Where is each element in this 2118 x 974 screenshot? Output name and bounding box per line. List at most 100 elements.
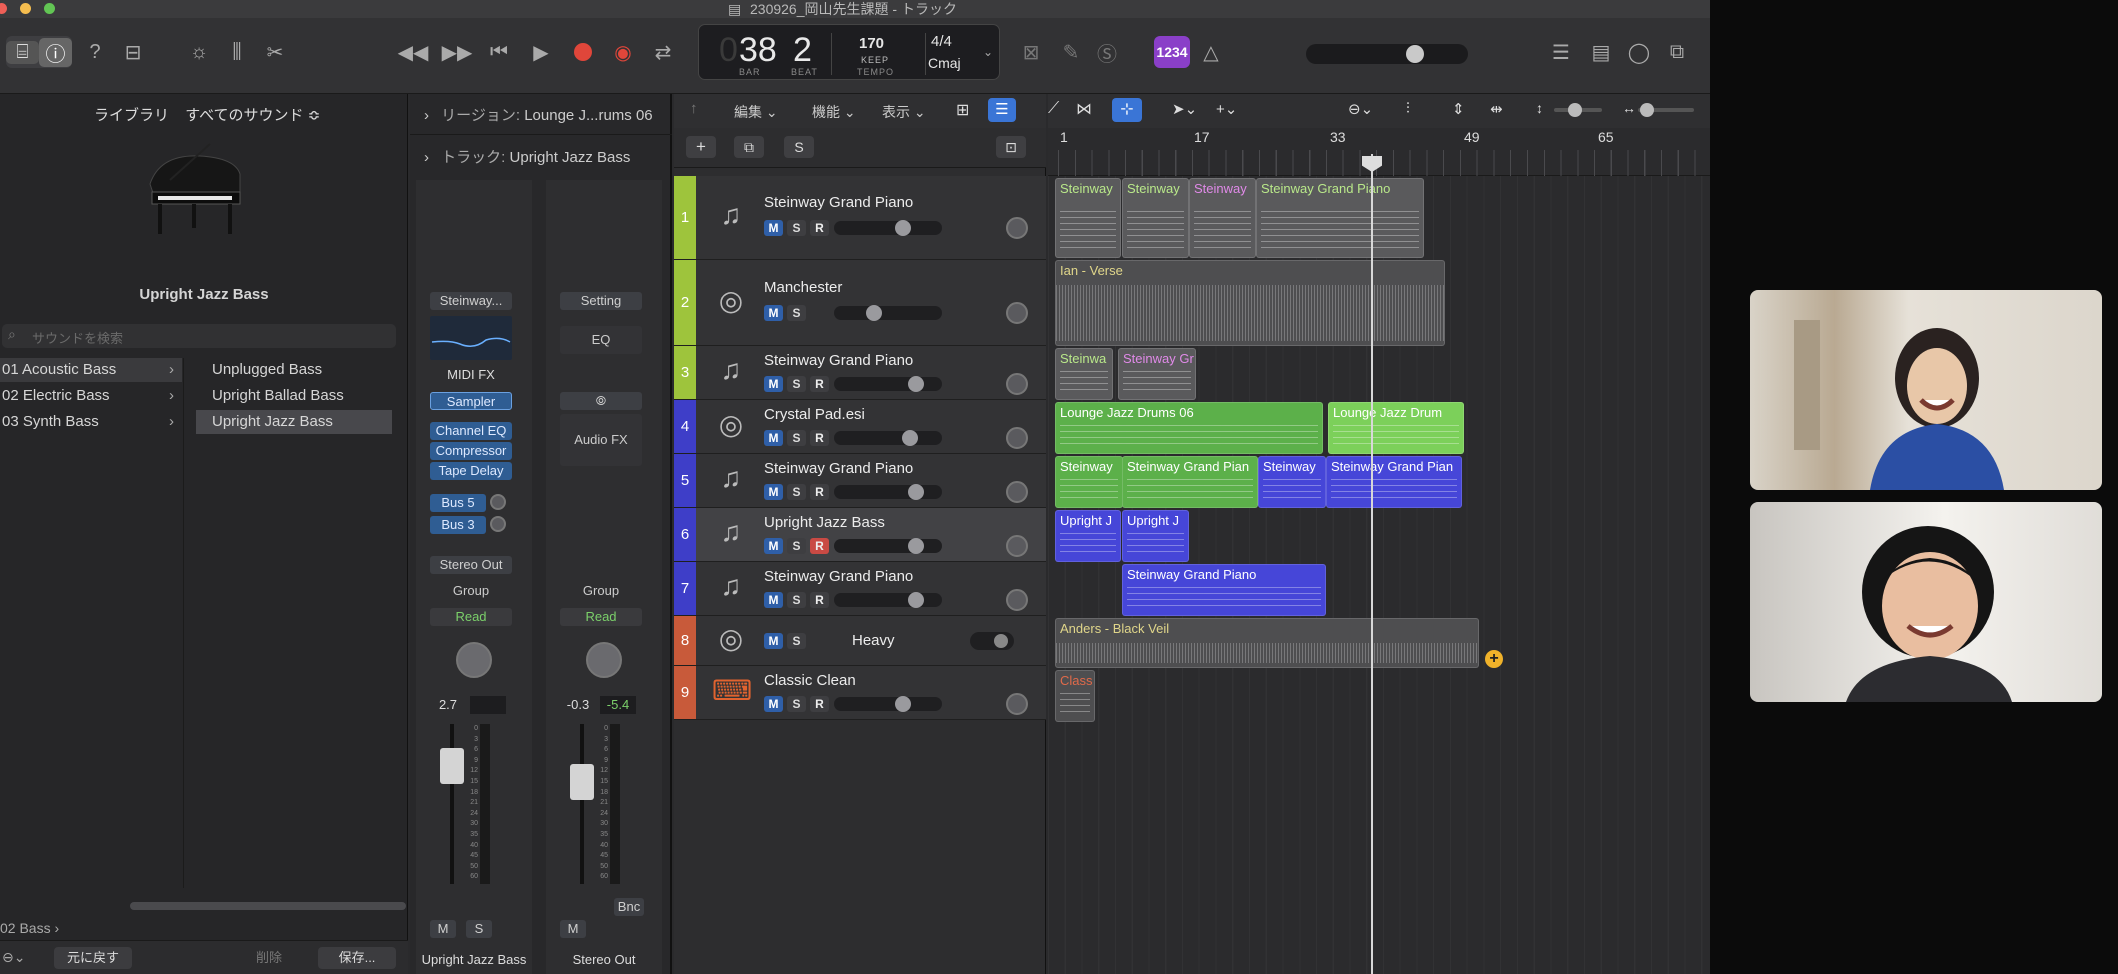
track-name[interactable]: Steinway Grand Piano — [764, 568, 913, 585]
record-enable-button[interactable]: R — [810, 484, 829, 500]
track-volume-handle[interactable] — [907, 538, 924, 554]
master-volume-knob[interactable] — [1406, 45, 1424, 63]
editors-icon[interactable]: ✂ — [260, 36, 290, 68]
quick-help-icon[interactable]: ? — [80, 36, 110, 68]
track-volume-slider[interactable] — [834, 592, 942, 608]
library-category-item[interactable]: 02 Electric Bass › — [0, 384, 182, 408]
mute-button[interactable]: M — [764, 633, 783, 649]
library-scrollbar[interactable] — [130, 902, 406, 910]
bounce-button[interactable]: Bnc — [614, 898, 644, 916]
add-region-icon[interactable]: + — [1485, 650, 1503, 668]
list-view-icon[interactable]: ☰ — [988, 98, 1016, 122]
track-volume-slider[interactable] — [834, 376, 942, 392]
delete-button[interactable]: 削除 — [230, 947, 308, 969]
track-header[interactable]: 5 ♫ Steinway Grand Piano M S R — [674, 454, 1046, 508]
save-button[interactable]: 保存... — [318, 947, 396, 969]
loop-browser-icon[interactable]: ◯ — [1624, 36, 1654, 68]
eq-slot[interactable]: EQ — [560, 326, 642, 354]
replace-icon[interactable]: Ⓢ — [1092, 36, 1122, 68]
note-pad-icon[interactable]: ▤ — [1586, 36, 1616, 68]
track-pan-knob[interactable] — [1006, 481, 1028, 503]
list-editors-icon[interactable]: ☰ — [1546, 36, 1576, 68]
region[interactable]: Steinway — [1122, 178, 1189, 258]
participant-video-1[interactable] — [1750, 290, 2102, 490]
waveform-zoom-icon[interactable]: ⫶ — [1406, 100, 1410, 117]
automation-mode[interactable]: Read — [430, 608, 512, 626]
region[interactable]: Steinway Grand Piano — [1256, 178, 1424, 258]
mute-button[interactable]: M — [764, 696, 783, 712]
horizontal-zoom-slider[interactable] — [1638, 103, 1694, 117]
setting-button[interactable]: Steinway... — [430, 292, 512, 310]
region[interactable]: Lounge Jazz Drums 06 — [1055, 402, 1323, 454]
solo-button[interactable]: S — [787, 305, 806, 321]
library-patch-item[interactable]: Unplugged Bass — [196, 358, 392, 382]
horizontal-zoom-icon[interactable]: ⇹ — [1490, 100, 1503, 118]
track-name[interactable]: Steinway Grand Piano — [764, 460, 913, 477]
send-level-knob[interactable] — [490, 516, 506, 532]
solo-button[interactable]: S — [787, 633, 806, 649]
rewind-icon[interactable]: ◀◀ — [396, 36, 430, 68]
metronome-icon[interactable]: △ — [1196, 36, 1226, 68]
solo-button[interactable]: S — [787, 430, 806, 446]
solo-button[interactable]: S — [787, 484, 806, 500]
region[interactable]: Lounge Jazz Drum — [1328, 402, 1464, 454]
mixer-icon[interactable]: ⫼ — [222, 36, 252, 68]
autopunch-icon[interactable]: ✎ — [1056, 36, 1086, 68]
library-patch-item-selected[interactable]: Upright Jazz Bass — [196, 410, 392, 434]
region[interactable]: Steinway Gr — [1118, 348, 1196, 400]
zoom-window-button[interactable] — [44, 3, 55, 14]
record-enable-button[interactable]: R — [810, 538, 829, 554]
region[interactable]: Steinway Grand Pian — [1122, 456, 1258, 508]
track-volume-handle[interactable] — [907, 376, 924, 392]
region[interactable]: Steinway — [1055, 178, 1121, 258]
replace-record-icon[interactable]: ◉ — [606, 36, 640, 68]
track-name[interactable]: Steinway Grand Piano — [764, 352, 913, 369]
solo-button[interactable]: S — [787, 376, 806, 392]
playhead[interactable] — [1371, 154, 1373, 974]
region-inspector-header[interactable]: › リージョン: Lounge J...rums 06 — [424, 104, 653, 125]
track-volume-slider[interactable] — [834, 484, 942, 500]
solo-button[interactable]: S — [787, 696, 806, 712]
edit-menu[interactable]: 編集 ⌄ — [734, 102, 778, 122]
pan-knob[interactable] — [586, 642, 622, 678]
region[interactable]: Steinway Grand Piano — [1122, 564, 1326, 616]
ruler[interactable]: 1 17 33 49 65 — [1048, 128, 1710, 176]
solo-button[interactable]: S — [787, 538, 806, 554]
participant-video-2[interactable] — [1750, 502, 2102, 702]
region[interactable]: Ian - Verse — [1055, 260, 1445, 346]
close-window-button[interactable] — [0, 3, 7, 14]
track-header[interactable]: 3 ♫ Steinway Grand Piano M S R — [674, 346, 1046, 400]
secondary-tool-icon[interactable]: +⌄ — [1216, 100, 1237, 118]
track-pan-knob[interactable] — [1006, 693, 1028, 715]
track-name[interactable]: Steinway Grand Piano — [764, 194, 913, 211]
send-slot[interactable]: Bus 5 — [430, 494, 486, 512]
record-enable-button[interactable]: R — [810, 592, 829, 608]
mute-button[interactable]: M — [430, 920, 456, 938]
global-solo-button[interactable]: S — [784, 136, 814, 158]
inspector-toggle-icon[interactable]: ⓘ — [39, 37, 72, 67]
library-footer-path[interactable]: 02 Bass › — [0, 920, 59, 936]
library-category-item[interactable]: 03 Synth Bass › — [0, 410, 182, 434]
track-on-off-toggle[interactable] — [970, 632, 1014, 650]
output-slot[interactable]: Stereo Out — [430, 556, 512, 574]
count-in-button[interactable]: 1234 — [1154, 36, 1190, 68]
duplicate-track-icon[interactable]: ⧉ — [734, 136, 764, 158]
automation-mode[interactable]: Read — [560, 608, 642, 626]
mute-button[interactable]: M — [764, 592, 783, 608]
revert-button[interactable]: 元に戻す — [54, 947, 132, 969]
lcd-menu-chevron-icon[interactable]: ⌄ — [983, 45, 993, 59]
track-inspector-header[interactable]: › トラック: Upright Jazz Bass — [424, 146, 630, 167]
mute-button[interactable]: M — [764, 430, 783, 446]
solo-button[interactable]: S — [466, 920, 492, 938]
mute-button[interactable]: M — [764, 220, 783, 236]
fast-forward-icon[interactable]: ▶▶ — [440, 36, 474, 68]
send-slot[interactable]: Bus 3 — [430, 516, 486, 534]
library-category-item[interactable]: 01 Acoustic Bass › — [0, 358, 182, 382]
region[interactable]: Steinway — [1189, 178, 1256, 258]
track-name[interactable]: Manchester — [764, 279, 842, 296]
group-slot[interactable]: Group — [430, 582, 512, 600]
setting-button[interactable]: Setting — [560, 292, 642, 310]
solo-button[interactable]: S — [787, 592, 806, 608]
track-volume-slider[interactable] — [834, 220, 942, 236]
region[interactable]: Steinway Grand Pian — [1326, 456, 1462, 508]
